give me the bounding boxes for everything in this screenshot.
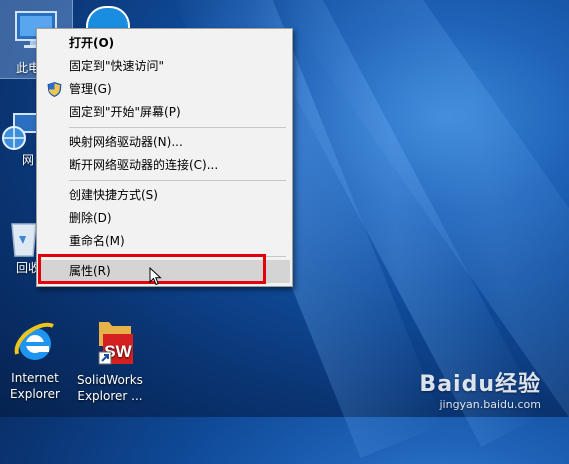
context-menu: 打开(O) 固定到"快速访问" 管理(G) 固定到"开始"屏幕(P) 映射网络驱…	[36, 28, 293, 287]
desktop-icon-recycle-bin[interactable]: 回收	[0, 216, 40, 276]
internet-explorer-icon	[11, 318, 59, 366]
baidu-watermark: Baidu经验 jingyan.baidu.com	[419, 366, 541, 411]
mouse-cursor-icon	[149, 266, 162, 290]
menu-item-disconnect-network-drive[interactable]: 断开网络驱动器的连接(C)...	[37, 154, 292, 177]
watermark-logo: Baidu经验	[419, 372, 541, 397]
menu-item-pin-start[interactable]: 固定到"开始"屏幕(P)	[37, 101, 292, 124]
desktop-icon-internet-explorer[interactable]: Internet Explorer	[0, 318, 70, 402]
menu-item-manage[interactable]: 管理(G)	[37, 78, 292, 101]
desktop-icon-label: 回收	[16, 261, 41, 275]
desktop-icon-label: Explorer ...	[77, 389, 143, 403]
menu-item-pin-quick-access[interactable]: 固定到"快速访问"	[37, 55, 292, 78]
menu-item-create-shortcut[interactable]: 创建快捷方式(S)	[37, 184, 292, 207]
menu-separator	[69, 180, 286, 181]
watermark-url: jingyan.baidu.com	[439, 398, 541, 411]
menu-item-rename[interactable]: 重命名(M)	[37, 230, 292, 253]
solidworks-explorer-icon: SW	[85, 318, 135, 368]
menu-item-label: 管理(G)	[69, 82, 112, 96]
desktop-icon-network[interactable]: 网	[0, 110, 40, 168]
desktop-icon-label: 网	[22, 153, 35, 167]
menu-item-delete[interactable]: 删除(D)	[37, 207, 292, 230]
shield-icon	[47, 82, 62, 97]
recycle-bin-icon	[0, 216, 40, 260]
desktop-icon-solidworks-explorer[interactable]: SW SolidWorks Explorer ...	[72, 318, 148, 404]
menu-item-map-network-drive[interactable]: 映射网络驱动器(N)...	[37, 131, 292, 154]
menu-separator	[69, 127, 286, 128]
network-icon	[0, 110, 40, 154]
menu-item-open[interactable]: 打开(O)	[37, 32, 292, 55]
desktop-icon-label: Explorer	[10, 387, 60, 401]
desktop-icon-label: SolidWorks	[77, 373, 143, 387]
desktop-icon-label: Internet	[11, 371, 59, 385]
